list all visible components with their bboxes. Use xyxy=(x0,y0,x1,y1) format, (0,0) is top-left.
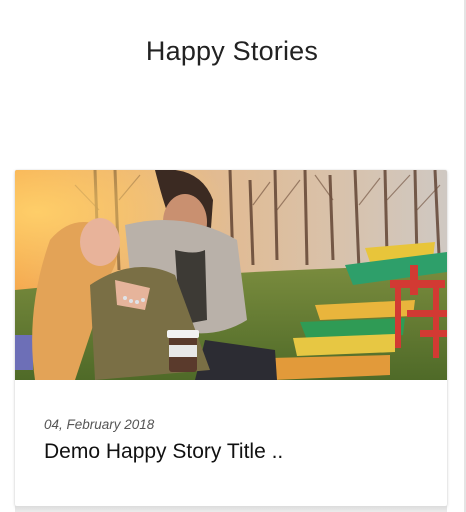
story-image[interactable] xyxy=(15,170,447,380)
page-title: Happy Stories xyxy=(145,36,319,66)
story-date: 04, February 2018 xyxy=(44,417,155,432)
story-card[interactable]: 04, February 2018 Demo Happy Story Title… xyxy=(15,170,447,506)
next-card-edge xyxy=(15,506,447,512)
story-title[interactable]: Demo Happy Story Title .. xyxy=(44,440,283,464)
